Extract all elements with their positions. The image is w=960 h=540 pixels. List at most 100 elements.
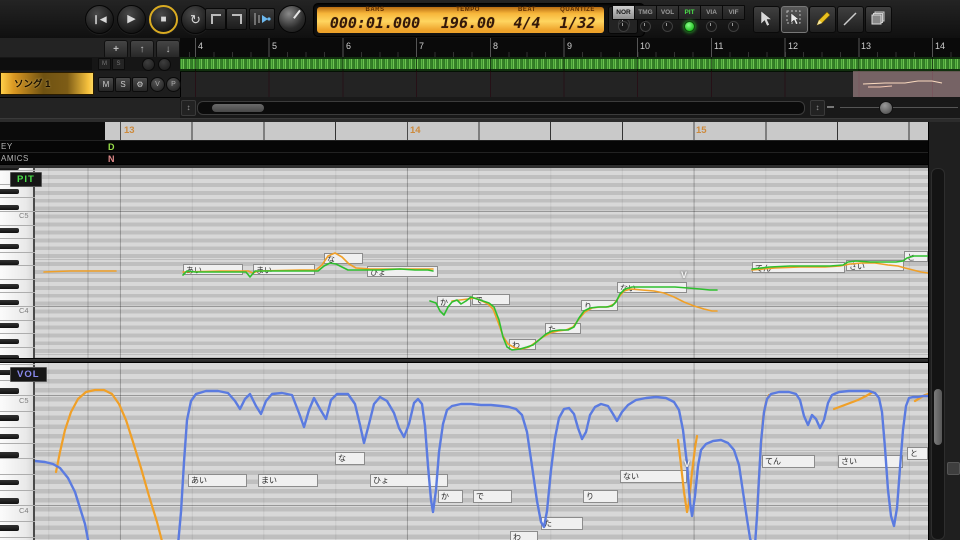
param-button-tmg[interactable]: TMG: [634, 5, 657, 20]
note-box[interactable]: り: [581, 300, 618, 311]
pit-grid[interactable]: あい まい なひょか でわ た り ない てん さい と: [35, 168, 928, 358]
bars-value[interactable]: 000:01.000: [317, 14, 433, 32]
param-knob-via[interactable]: [706, 21, 717, 32]
quantize-snap-button[interactable]: [249, 8, 275, 30]
arrangement-ruler[interactable]: 4 5 6 7 8 9 10 11 12 13 14: [180, 38, 960, 57]
param-knob-tmg[interactable]: [640, 21, 651, 32]
note-box[interactable]: な: [335, 452, 365, 465]
note-box[interactable]: あい: [188, 474, 247, 487]
quantize-value[interactable]: 1/32: [551, 14, 604, 32]
zoom-minus[interactable]: [827, 106, 834, 108]
piano-key-black[interactable]: [0, 260, 19, 265]
skip-to-start-button[interactable]: ❙◀: [85, 5, 114, 34]
audio-volume-knob[interactable]: [142, 58, 155, 71]
note-box[interactable]: と: [907, 447, 928, 460]
vertical-scrollbar[interactable]: [931, 168, 945, 540]
note-box[interactable]: か: [438, 490, 463, 503]
param-button-nor[interactable]: NOR: [612, 5, 635, 20]
note-box[interactable]: さい: [838, 455, 903, 468]
note-box[interactable]: まい: [253, 264, 315, 275]
piano-key-black[interactable]: [0, 244, 19, 250]
vol-grid[interactable]: あい まい なひょか でわ た り ない てん さい と: [35, 363, 928, 540]
song-pan-button[interactable]: P: [166, 77, 181, 92]
pencil-tool-button[interactable]: [809, 6, 836, 33]
piano-key-black[interactable]: [0, 204, 19, 210]
param-knob-nor[interactable]: [618, 21, 629, 32]
param-knob-vol[interactable]: [662, 21, 673, 32]
param-button-vif[interactable]: VIF: [722, 5, 745, 20]
note-box[interactable]: た: [541, 517, 583, 530]
param-button-vol[interactable]: VOL: [656, 5, 679, 20]
vzoom-button[interactable]: [947, 462, 960, 475]
note-box[interactable]: あい: [183, 264, 243, 275]
stop-button[interactable]: ■: [149, 5, 178, 34]
note-box[interactable]: てん: [752, 262, 845, 273]
param-button-via[interactable]: VIA: [700, 5, 723, 20]
piano-key-black[interactable]: [0, 387, 19, 394]
param-knob-vif[interactable]: [728, 21, 739, 32]
note-box[interactable]: さい: [846, 260, 904, 271]
vscrollbar-thumb[interactable]: [934, 389, 942, 445]
zoom-slider-track[interactable]: [840, 107, 958, 108]
piano-key-black[interactable]: [0, 452, 19, 458]
piano-key-black[interactable]: [0, 188, 19, 194]
piano-key-black[interactable]: [0, 415, 19, 422]
piano-keyboard[interactable]: C5 C4: [0, 363, 35, 540]
note-box[interactable]: と: [904, 251, 928, 262]
track-row-song[interactable]: ソング 1 M S ⚙ V P: [0, 71, 181, 98]
hzoom-right-widget[interactable]: ↕: [810, 100, 825, 116]
note-box[interactable]: ない: [620, 470, 687, 483]
tempo-knob[interactable]: [278, 5, 306, 33]
punch-in-button[interactable]: [205, 8, 226, 30]
piano-key-black[interactable]: [0, 433, 19, 440]
piano-key-black[interactable]: [0, 479, 19, 486]
horizontal-scrollbar[interactable]: [197, 101, 805, 115]
piano-key-black[interactable]: [0, 323, 19, 329]
note-box[interactable]: わ: [509, 339, 536, 350]
note-box[interactable]: てん: [762, 455, 815, 468]
pianoroll-ruler[interactable]: 13 14 15: [0, 122, 928, 140]
box-select-tool-button[interactable]: [781, 6, 808, 33]
piano-key-black[interactable]: [0, 339, 19, 345]
zoom-slider-knob[interactable]: [879, 101, 893, 115]
song-volume-button[interactable]: V: [150, 77, 165, 92]
song-part-red[interactable]: [180, 71, 960, 97]
param-led-pit[interactable]: [684, 21, 695, 32]
tempo-value[interactable]: 196.00: [433, 14, 503, 32]
beat-value[interactable]: 4/4: [503, 14, 551, 32]
piano-key-black[interactable]: [0, 228, 19, 234]
note-box[interactable]: か: [437, 296, 471, 307]
track-row-audio[interactable]: M S: [0, 57, 180, 72]
pointer-tool-button[interactable]: [753, 6, 780, 33]
song-solo-button[interactable]: S: [115, 77, 131, 92]
audio-waveform-track[interactable]: [180, 57, 960, 72]
audio-mute-button[interactable]: M: [98, 58, 111, 70]
piano-keyboard[interactable]: C5 C4: [0, 168, 35, 358]
piano-key-black[interactable]: [0, 525, 19, 532]
note-box[interactable]: で: [472, 294, 510, 305]
piano-key-black[interactable]: [0, 497, 19, 504]
note-box[interactable]: で: [473, 490, 512, 503]
note-box[interactable]: ひょ: [367, 266, 438, 277]
note-box[interactable]: ひょ: [370, 474, 448, 487]
line-tool-button[interactable]: [837, 6, 864, 33]
song-mute-button[interactable]: M: [98, 77, 114, 92]
piano-key-black[interactable]: [0, 283, 19, 289]
note-box[interactable]: ない: [617, 282, 687, 293]
audio-solo-button[interactable]: S: [112, 58, 125, 70]
layers-tool-button[interactable]: [865, 6, 892, 33]
note-box[interactable]: た: [545, 323, 581, 334]
note-box[interactable]: わ: [510, 531, 538, 540]
punch-out-button[interactable]: [226, 8, 247, 30]
hzoom-left-widget[interactable]: ↕: [181, 100, 196, 116]
audio-pan-knob[interactable]: [158, 58, 171, 71]
hscrollbar-thumb[interactable]: [212, 104, 264, 112]
note-box[interactable]: まい: [258, 474, 318, 487]
song-settings-button[interactable]: ⚙: [132, 77, 148, 92]
song-track-name[interactable]: ソング 1: [0, 72, 94, 95]
piano-key-black[interactable]: [0, 299, 19, 305]
param-button-pit[interactable]: PIT: [678, 5, 701, 20]
note-box[interactable]: り: [583, 490, 618, 503]
play-button[interactable]: ▶: [117, 5, 146, 34]
note-box[interactable]: な: [324, 253, 363, 264]
